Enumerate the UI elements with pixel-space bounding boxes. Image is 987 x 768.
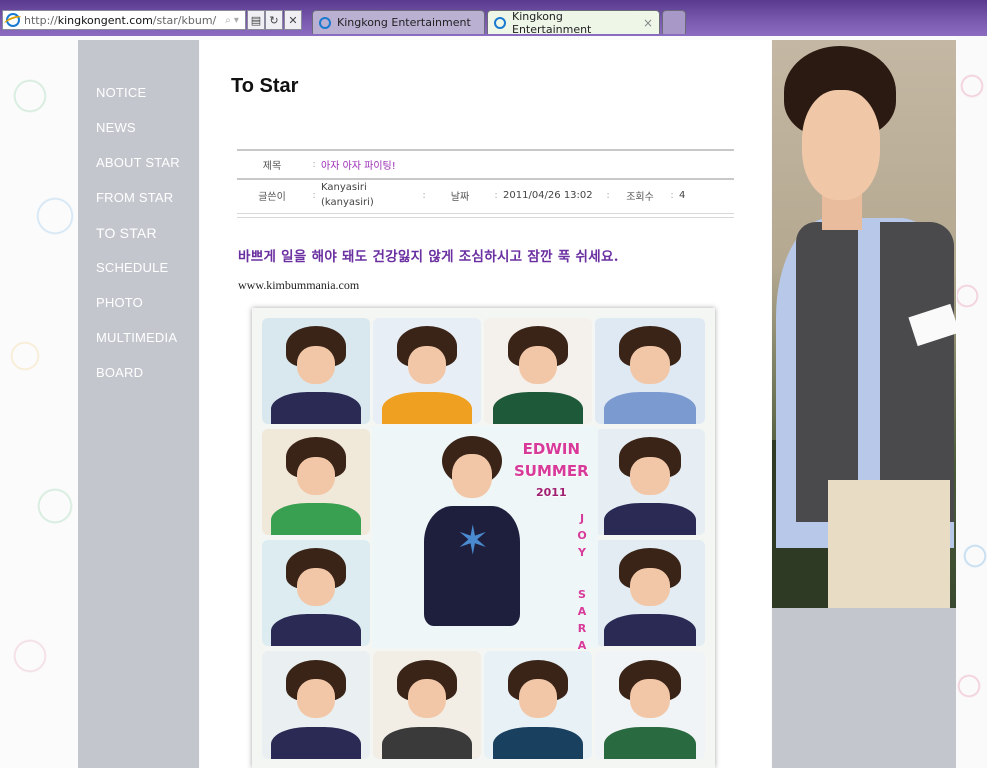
collage-caption-vertical-2: SARA <box>577 588 587 652</box>
nav-item-multimedia[interactable]: MULTIMEDIA <box>78 330 199 365</box>
nav-item-board[interactable]: BOARD <box>78 365 199 400</box>
collage-photo <box>595 318 705 424</box>
author-id: (kanyasiri) <box>321 197 374 208</box>
compatibility-view-icon[interactable]: ▤ <box>247 10 265 30</box>
stop-icon[interactable]: ✕ <box>284 10 302 30</box>
nav-item-notice[interactable]: NOTICE <box>78 85 199 120</box>
separator: : <box>422 189 426 201</box>
nav-item-news[interactable]: NEWS <box>78 120 199 155</box>
collage-caption-line2: SUMMER <box>514 462 589 480</box>
collage-photo <box>262 429 370 535</box>
tab-label: Kingkong Entertainment <box>512 9 592 36</box>
collage-photo <box>262 318 370 424</box>
star-photo <box>772 40 956 608</box>
collage-photo <box>262 651 370 759</box>
tab-label: Kingkong Entertainment <box>337 16 471 29</box>
post-info-table: 제목 : 아자 아자 파이팅! 글쓴이 : Kanyasiri (kanyasi… <box>237 149 734 218</box>
nav-item-to-star[interactable]: TO STAR <box>78 225 199 260</box>
address-url[interactable]: http://kingkongent.com/star/kbum/ <box>24 14 219 27</box>
main-content: To Star 제목 : 아자 아자 파이팅! 글쓴이 : Kanyasiri … <box>200 40 771 768</box>
divider <box>237 217 734 218</box>
separator: : <box>606 189 610 201</box>
separator: : <box>494 189 498 201</box>
collage-caption-year: 2011 <box>536 486 567 499</box>
refresh-icon[interactable]: ↻ <box>265 10 283 30</box>
sidebar-nav: NOTICE NEWS ABOUT STAR FROM STAR TO STAR… <box>78 40 199 768</box>
post-body-heading: 바쁘게 일을 해야 돼도 건강잃지 않게 조심하시고 잠깐 푹 쉬세요. <box>238 249 619 265</box>
address-path: /star/kbum/ <box>152 13 217 27</box>
search-dropdown-icon[interactable]: ⌕ ▾ <box>219 15 245 26</box>
collage-photo <box>373 318 481 424</box>
separator: : <box>670 189 674 201</box>
tab-close-icon[interactable]: × <box>643 16 653 30</box>
collage-photo <box>484 651 592 759</box>
ie-tab-icon <box>494 16 506 29</box>
nav-item-schedule[interactable]: SCHEDULE <box>78 260 199 295</box>
page-title: To Star <box>231 75 299 97</box>
address-bar[interactable]: http://kingkongent.com/star/kbum/ ⌕ ▾ <box>2 10 246 30</box>
collage-caption-vertical-1: JOY <box>577 512 587 559</box>
background-pattern <box>957 36 987 768</box>
nav-item-from-star[interactable]: FROM STAR <box>78 190 199 225</box>
post-meta-row: 글쓴이 : Kanyasiri (kanyasiri) : 날짜 : 2011/… <box>237 180 734 210</box>
ie-tab-icon <box>319 16 331 29</box>
post-date: 2011/04/26 13:02 <box>503 189 593 201</box>
collage-caption-line1: EDWIN <box>522 440 581 458</box>
collage-caption: EDWIN SUMMER 2011 <box>514 438 589 504</box>
browser-tab-2[interactable]: Kingkong Entertainment × <box>487 9 660 36</box>
author-name: Kanyasiri <box>321 182 367 193</box>
nav-item-photo[interactable]: PHOTO <box>78 295 199 330</box>
collage-photo <box>373 651 481 759</box>
browser-tab-1[interactable]: Kingkong Entertainment <box>312 10 485 34</box>
views-label: 조회수 <box>626 191 654 203</box>
new-tab-button[interactable] <box>662 10 686 34</box>
address-domain: kingkongent.com <box>57 13 153 27</box>
date-label: 날짜 <box>450 191 470 203</box>
collage-photo <box>262 540 370 646</box>
post-views: 4 <box>679 189 686 201</box>
starfish-icon: ✶ <box>456 518 490 564</box>
divider <box>237 213 734 214</box>
post-author: Kanyasiri (kanyasiri) <box>321 180 417 210</box>
collage-photo <box>595 540 705 646</box>
subject-label: 제목 <box>262 161 282 172</box>
separator: : <box>312 189 316 201</box>
collage-photo <box>484 318 592 424</box>
separator: : <box>312 159 316 170</box>
sidebar-panel <box>772 608 956 768</box>
post-subject-row: 제목 : 아자 아자 파이팅! <box>237 151 734 178</box>
collage-center-photo: ✶ EDWIN SUMMER 2011 JOY SARA <box>372 426 598 652</box>
collage-photo <box>595 429 705 535</box>
photo-collage: ✶ EDWIN SUMMER 2011 JOY SARA <box>252 308 715 768</box>
collage-photo <box>595 651 705 759</box>
author-label: 글쓴이 <box>258 191 286 203</box>
post-body-url: www.kimbummania.com <box>238 278 360 292</box>
address-prefix: http:// <box>24 13 58 27</box>
ie-icon <box>6 13 20 27</box>
post-subject: 아자 아자 파이팅! <box>321 161 396 172</box>
browser-toolbar: http://kingkongent.com/star/kbum/ ⌕ ▾ ▤ … <box>0 0 987 36</box>
nav-item-about-star[interactable]: ABOUT STAR <box>78 155 199 190</box>
